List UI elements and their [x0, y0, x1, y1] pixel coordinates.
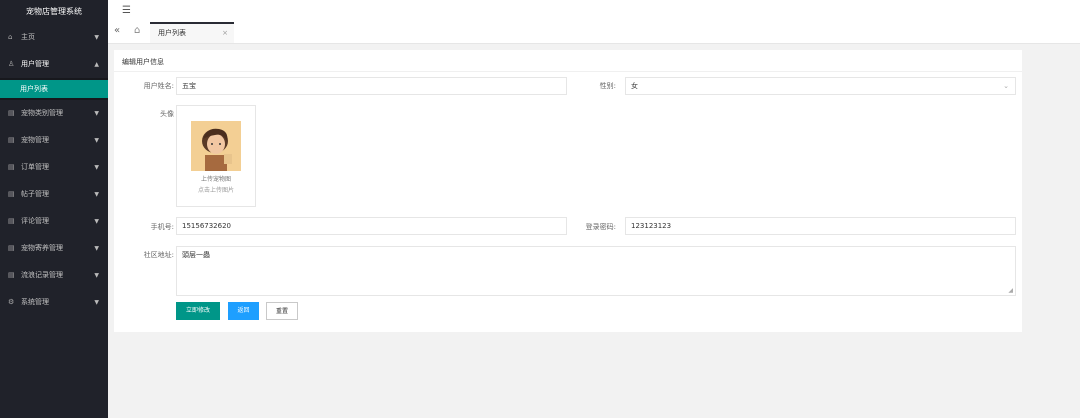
password-field[interactable]: 123123123	[625, 217, 1016, 235]
sidebar-item-pet-category[interactable]: ▤ 宠物类别管理 ▼	[0, 100, 108, 127]
sidebar-item-pet[interactable]: ▤ 宠物管理 ▼	[0, 127, 108, 154]
chevron-down-icon: ▼	[94, 191, 99, 198]
username-field[interactable]: 五宝	[176, 77, 567, 95]
sidebar-item-label: 宠物类别管理	[21, 109, 63, 117]
tabs-bar: « ⌂ 用户列表 ×	[108, 22, 1080, 44]
chevron-down-icon: ▼	[94, 34, 99, 41]
tab-user-list[interactable]: 用户列表 ×	[150, 22, 234, 43]
gender-label: 性别:	[599, 82, 616, 90]
back-button[interactable]: 返回	[228, 302, 259, 320]
password-label: 登录密码:	[585, 223, 616, 231]
divider	[114, 71, 1022, 72]
address-label: 社区地址:	[143, 251, 174, 259]
home-icon: ⌂	[8, 33, 13, 41]
sidebar-item-system[interactable]: ⚙ 系统管理 ▼	[0, 289, 108, 316]
chevron-down-icon: ▼	[94, 164, 99, 171]
sidebar-item-label: 系统管理	[21, 298, 49, 306]
sidebar-subitem-user-list[interactable]: 用户列表	[0, 80, 108, 98]
sidebar-item-comment[interactable]: ▤ 评论管理 ▼	[0, 208, 108, 235]
sidebar-item-label: 宠物寄养管理	[21, 244, 63, 252]
address-value: 頭层一蟲	[182, 251, 210, 259]
avatar-upload[interactable]: 上传宠物图 点击上传图片	[176, 105, 256, 207]
table-icon: ▤	[8, 163, 15, 171]
avatar-image	[191, 121, 241, 171]
reset-button[interactable]: 重置	[266, 302, 298, 320]
sidebar-item-stray-record[interactable]: ▤ 流浪记录管理 ▼	[0, 262, 108, 289]
edit-user-card: 编辑用户信息 用户姓名: 五宝 性别: 女 ⌄ 头像 上传宠物图 点击上传图片 …	[114, 50, 1022, 332]
sidebar-item-label: 帖子管理	[21, 190, 49, 198]
table-icon: ▤	[8, 109, 15, 117]
submit-button[interactable]: 立即修改	[176, 302, 220, 320]
home-tab-icon[interactable]: ⌂	[134, 25, 140, 36]
chevron-up-icon: ▲	[94, 61, 99, 68]
gear-icon: ⚙	[8, 298, 15, 306]
gender-select[interactable]: 女 ⌄	[625, 77, 1016, 95]
sidebar-item-user-management[interactable]: ♙ 用户管理 ▲	[0, 51, 108, 78]
resize-handle-icon[interactable]: ◢	[1008, 287, 1013, 294]
avatar-label: 头像	[160, 110, 174, 118]
chevron-down-icon: ▼	[94, 218, 99, 225]
top-header: ☰	[108, 0, 1080, 23]
chevron-down-icon: ▼	[94, 110, 99, 117]
close-icon[interactable]: ×	[222, 24, 228, 42]
phone-field[interactable]: 15156732620	[176, 217, 567, 235]
sidebar-item-label: 用户管理	[21, 60, 49, 68]
app-title: 宠物店管理系统	[0, 0, 108, 24]
table-icon: ▤	[8, 244, 15, 252]
username-label: 用户姓名:	[143, 82, 174, 90]
chevron-down-icon: ▼	[94, 137, 99, 144]
table-icon: ▤	[8, 271, 15, 279]
chevron-down-icon: ⌄	[1003, 82, 1009, 90]
gender-value: 女	[631, 82, 638, 90]
chevron-down-icon: ▼	[94, 245, 99, 252]
sidebar-item-label: 宠物管理	[21, 136, 49, 144]
sidebar-item-order[interactable]: ▤ 订单管理 ▼	[0, 154, 108, 181]
tabs-scroll-left-icon[interactable]: «	[114, 25, 120, 36]
card-title: 编辑用户信息	[122, 58, 164, 66]
sidebar-item-label: 评论管理	[21, 217, 49, 225]
chevron-down-icon: ▼	[94, 272, 99, 279]
sidebar-item-label: 主页	[21, 33, 35, 41]
table-icon: ▤	[8, 190, 15, 198]
sidebar: 宠物店管理系统 ⌂ 主页 ▼ ♙ 用户管理 ▲ 用户列表 ▤ 宠物类别管理 ▼ ▤ 宠物管理 ▼…	[0, 0, 108, 418]
menu-toggle-icon[interactable]: ☰	[122, 5, 131, 16]
submenu: 用户列表	[0, 78, 108, 100]
sidebar-item-label: 流浪记录管理	[21, 271, 63, 279]
address-textarea[interactable]: 頭层一蟲 ◢	[176, 246, 1016, 296]
chevron-down-icon: ▼	[94, 299, 99, 306]
upload-hint: 上传宠物图	[200, 176, 231, 183]
tab-label: 用户列表	[158, 29, 186, 37]
table-icon: ▤	[8, 136, 15, 144]
sidebar-item-label: 订单管理	[21, 163, 49, 171]
sidebar-item-post[interactable]: ▤ 帖子管理 ▼	[0, 181, 108, 208]
sidebar-item-home[interactable]: ⌂ 主页 ▼	[0, 24, 108, 51]
user-icon: ♙	[8, 60, 15, 68]
upload-click-text[interactable]: 点击上传图片	[177, 185, 255, 194]
phone-label: 手机号:	[150, 223, 174, 231]
table-icon: ▤	[8, 217, 15, 225]
sidebar-item-pet-boarding[interactable]: ▤ 宠物寄养管理 ▼	[0, 235, 108, 262]
